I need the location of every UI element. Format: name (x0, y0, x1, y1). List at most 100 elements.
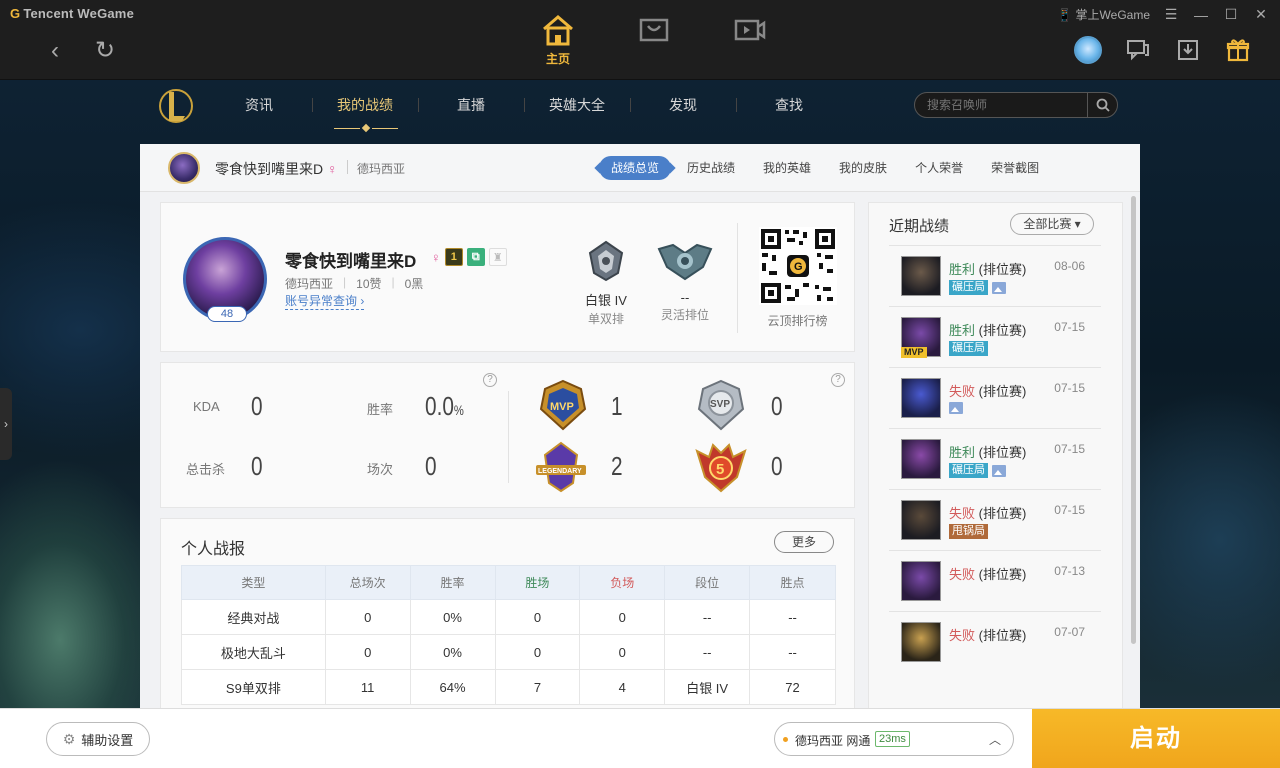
penta-count: 0 (771, 451, 783, 481)
svg-text:LEGENDARY: LEGENDARY (538, 468, 582, 475)
cell: 4 (579, 669, 666, 705)
rank-one-badge-icon[interactable]: 1 (444, 248, 463, 266)
recent-match-item[interactable]: 失败 (排位赛) 07-15 甩锅局 (889, 489, 1101, 550)
match-tag: 甩锅局 (949, 524, 988, 539)
menu-icon[interactable]: ☰ (1162, 6, 1180, 23)
recent-match-item[interactable]: 失败 (排位赛) 07-13 (889, 550, 1101, 611)
svp-medal-icon: SVP (697, 379, 745, 431)
download-icon[interactable] (1174, 36, 1202, 64)
cell: 经典对战 (181, 599, 326, 635)
side-panel-toggle[interactable]: › (0, 388, 12, 460)
tab-honors[interactable]: 个人荣誉 (903, 156, 975, 180)
silver-rank-icon (588, 240, 624, 282)
screenshot-icon[interactable] (992, 281, 1006, 294)
nav-video[interactable] (702, 10, 798, 67)
player-name: 零食快到嘴里来D (285, 252, 417, 271)
table-header-row: 类型 总场次 胜率 胜场 负场 段位 胜点 (181, 565, 836, 600)
nav-store[interactable] (606, 10, 702, 67)
screenshot-icon[interactable] (992, 464, 1006, 477)
qr-leaderboard[interactable]: G 云顶排行榜 (737, 223, 857, 333)
match-mode: (排位赛) (978, 323, 1027, 338)
penta-kill-medal-icon: 5 (695, 443, 747, 493)
recent-list: 胜利 (排位赛) 08-06 碾压局 MVP 胜利 (排位赛) 07-15 碾压局 失败 (排… (889, 245, 1101, 672)
more-button[interactable]: 更多 (774, 531, 834, 553)
bottom-bar: ⚙ 辅助设置 德玛西亚 网通 23ms ︿ 启动 (0, 708, 1280, 768)
match-result-label: 失败 (949, 628, 976, 643)
recent-match-item[interactable]: MVP 胜利 (排位赛) 07-15 碾压局 (889, 306, 1101, 367)
refresh-button[interactable]: ↻ (90, 36, 120, 66)
cell: 0% (409, 599, 496, 635)
unranked-icon (657, 243, 713, 281)
launch-button[interactable]: 启动 (1032, 709, 1280, 768)
kills-label: 总击杀 (186, 462, 226, 477)
match-result-label: 胜利 (949, 445, 976, 460)
winrate-value: 0.0% (425, 391, 464, 422)
back-button[interactable]: ‹ (40, 36, 70, 66)
cell: -- (664, 634, 751, 670)
game-nav-discover[interactable]: 发现 (630, 80, 736, 130)
personal-report-card: 个人战报 更多 类型 总场次 胜率 胜场 负场 段位 胜点 经典对战 0 0% 0 0-… (160, 518, 855, 708)
wegame-logo-icon: G (10, 6, 21, 21)
female-icon: ♀ (327, 161, 338, 177)
copy-icon[interactable]: ⧉ (466, 248, 485, 266)
close-icon[interactable]: ✕ (1252, 6, 1270, 23)
cell: 0 (324, 599, 411, 635)
tab-overview[interactable]: 战绩总览 (599, 156, 672, 180)
cell: 11 (324, 669, 411, 705)
col-total: 总场次 (324, 565, 411, 600)
cell: 白银 IV (664, 669, 751, 705)
tab-heroes[interactable]: 我的英雄 (751, 156, 823, 180)
svg-text:G: G (794, 261, 803, 273)
match-date: 07-15 (1054, 442, 1085, 456)
game-nav-search[interactable]: 查找 (736, 80, 842, 130)
winrate-number: 0.0 (425, 391, 454, 421)
nav-home[interactable]: 主页 (510, 10, 606, 67)
user-avatar[interactable] (1074, 36, 1102, 64)
search-button[interactable] (1087, 93, 1117, 117)
account-check-link[interactable]: 账号异常查询 › (285, 292, 365, 310)
trophy-icon[interactable]: ♜ (488, 248, 507, 266)
game-nav-news[interactable]: 资讯 (206, 80, 312, 130)
profile-card: 48 零食快到嘴里来D ♀ 1 ⧉ ♜ 德玛西亚 | 10赞 | 0黑 账号异常查询… (160, 202, 855, 352)
match-tags (949, 402, 963, 414)
solo-rank: 白银 IV 单双排 (566, 239, 646, 327)
tab-history[interactable]: 历史战绩 (675, 156, 747, 180)
minimize-icon[interactable]: — (1192, 7, 1210, 23)
player-meta: 德玛西亚 | 10赞 | 0黑 (285, 275, 424, 291)
tab-skins[interactable]: 我的皮肤 (827, 156, 899, 180)
scrollbar[interactable] (1131, 196, 1136, 644)
match-result: 胜利 (排位赛) (949, 259, 1026, 278)
recent-match-item[interactable]: 失败 (排位赛) 07-15 (889, 367, 1101, 428)
match-mode: (排位赛) (978, 628, 1027, 643)
game-nav-heroes[interactable]: 英雄大全 (524, 80, 630, 130)
recent-match-item[interactable]: 胜利 (排位赛) 07-15 碾压局 (889, 428, 1101, 489)
match-result-label: 失败 (949, 567, 976, 582)
stats-help-icon[interactable]: ? (483, 373, 497, 387)
assist-settings-button[interactable]: ⚙ 辅助设置 (46, 722, 150, 756)
table-row: 经典对战 0 0% 0 0 -- -- (181, 599, 836, 635)
match-tags: 碾压局 (949, 341, 988, 356)
video-icon (702, 10, 798, 50)
server-selector[interactable]: 德玛西亚 网通 23ms ︿ (774, 722, 1014, 756)
match-filter-dropdown[interactable]: 全部比赛 ▾ (1010, 213, 1094, 235)
chat-icon[interactable] (1124, 36, 1152, 64)
game-nav-my-record[interactable]: 我的战绩 (312, 80, 418, 130)
header-server: 德玛西亚 (357, 162, 406, 176)
cell: 64% (409, 669, 496, 705)
medals-help-icon[interactable]: ? (831, 373, 845, 387)
game-nav-live[interactable]: 直播 (418, 80, 524, 130)
mobile-wegame-link[interactable]: 📱 掌上WeGame (1057, 6, 1150, 23)
screenshot-icon[interactable] (949, 402, 963, 414)
player-level: 48 (207, 306, 247, 322)
maximize-icon[interactable]: ☐ (1222, 6, 1240, 23)
summoner-search-input[interactable] (915, 93, 1085, 117)
match-result: 失败 (排位赛) (949, 381, 1026, 400)
games-value: 0 (425, 451, 437, 481)
player-server: 德玛西亚 (285, 277, 334, 291)
tab-honor-screenshots[interactable]: 荣誉截图 (979, 156, 1051, 180)
recent-match-item[interactable]: 失败 (排位赛) 07-07 (889, 611, 1101, 672)
recent-match-item[interactable]: 胜利 (排位赛) 08-06 碾压局 (889, 245, 1101, 306)
title-bar: G Tencent WeGame ‹ ↻ 主页 📱 掌上WeGame ☰ — ☐ … (0, 0, 1280, 80)
game-nav-items: 资讯 我的战绩 直播 英雄大全 发现 查找 (206, 80, 842, 130)
gift-icon[interactable] (1224, 36, 1252, 64)
